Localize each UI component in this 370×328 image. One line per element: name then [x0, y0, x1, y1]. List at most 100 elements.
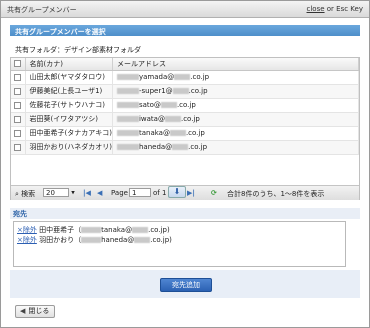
destination-domain: .co.jp): [150, 236, 172, 244]
email-cell: yamada@ .co.jp: [112, 70, 360, 85]
redacted-text: [116, 88, 139, 94]
column-header-email[interactable]: メールアドレス: [112, 58, 360, 71]
prev-page-icon[interactable]: ◀: [97, 189, 102, 197]
member-grid: 名前(カナ) メールアドレス 山田太郎(ヤマダタロウ) yamada@ .co.jp…: [10, 57, 360, 200]
destination-user: tanaka@: [101, 226, 133, 234]
last-page-icon[interactable]: ▶|: [187, 189, 195, 197]
destination-name: 羽田かおり: [39, 236, 75, 244]
redacted-text: [160, 102, 177, 108]
arrow-down-icon: ⬇: [173, 187, 181, 196]
destination-label: 宛先: [10, 208, 360, 219]
email-user: tanaka@: [138, 129, 170, 137]
email-domain: .co.jp: [185, 129, 205, 137]
email-cell: haneda@ .co.jp: [112, 140, 360, 155]
dialog-titlebar: 共有グループメンバー close or Esc Key: [1, 1, 369, 18]
name-cell: 伊藤美紀(上長ユーザ1): [25, 84, 113, 99]
remove-link[interactable]: ×除外: [17, 236, 37, 244]
destination-domain: .co.jp): [148, 226, 170, 234]
redacted-text: [81, 237, 102, 243]
first-page-icon[interactable]: |◀: [83, 189, 91, 197]
name-cell: 田中亜希子(タナカアキコ): [25, 126, 113, 141]
name-cell: 羽田かおり(ハネダカオリ): [25, 140, 113, 155]
row-checkbox-cell: [11, 112, 26, 127]
redacted-text: [169, 130, 186, 136]
search-icon: ⌕: [15, 190, 19, 198]
row-checkbox[interactable]: [14, 115, 21, 123]
refresh-icon[interactable]: ⟳: [211, 189, 217, 197]
select-all-checkbox[interactable]: [14, 60, 21, 68]
page-size-value: 20: [43, 188, 69, 197]
redacted-text: [174, 74, 191, 80]
email-domain: .co.jp: [188, 87, 208, 95]
destination-name: 田中亜希子: [39, 226, 75, 234]
redacted-text: [172, 88, 189, 94]
page-size-select[interactable]: 20 ▾: [43, 188, 75, 197]
close-hint: close or Esc Key: [307, 5, 363, 13]
email-cell: sato@ .co.jp: [112, 98, 360, 113]
row-checkbox-cell: [11, 140, 26, 155]
row-checkbox[interactable]: [14, 129, 21, 137]
select-all-cell: [11, 58, 26, 71]
dialog-content: 共有グループメンバーを選択 共有フォルダ：デザイン部素材フォルダ 名前(カナ) …: [10, 25, 360, 318]
table-row[interactable]: 伊藤美紀(上長ユーザ1) -super1@ .co.jp: [11, 84, 360, 99]
paren-open: （: [74, 236, 82, 244]
redacted-text: [116, 74, 139, 80]
redacted-text: [116, 116, 139, 122]
close-key-hint: or Esc Key: [324, 5, 363, 13]
row-checkbox[interactable]: [14, 73, 21, 81]
email-user: -super1@: [138, 87, 173, 95]
email-user: iwata@: [138, 115, 165, 123]
table-row[interactable]: 山田太郎(ヤマダタロウ) yamada@ .co.jp: [11, 70, 360, 85]
redacted-text: [116, 130, 139, 136]
member-table: 名前(カナ) メールアドレス 山田太郎(ヤマダタロウ) yamada@ .co.jp…: [11, 58, 360, 155]
email-domain: .co.jp: [188, 143, 208, 151]
member-dialog: 共有グループメンバー close or Esc Key 共有グループメンバーを選…: [0, 0, 370, 328]
close-button[interactable]: ◀ 閉じる: [15, 305, 55, 318]
row-checkbox[interactable]: [14, 87, 21, 95]
email-user: haneda@: [138, 143, 173, 151]
email-user: sato@: [138, 101, 161, 109]
add-recipient-button[interactable]: 宛先追加: [160, 278, 212, 292]
name-cell: 佐藤花子(サトウハナコ): [25, 98, 113, 113]
folder-label: 共有フォルダ：デザイン部素材フォルダ: [15, 46, 141, 54]
remove-link[interactable]: ×除外: [17, 226, 37, 234]
pager-summary: 合計8件のうち、1〜8件を表示: [227, 190, 325, 198]
row-checkbox[interactable]: [14, 143, 21, 151]
column-header-name[interactable]: 名前(カナ): [25, 58, 113, 71]
redacted-text: [116, 144, 139, 150]
redacted-text: [134, 237, 151, 243]
page-label: Page: [111, 189, 128, 197]
search-label: 検索: [21, 190, 36, 198]
name-cell: 岩田葵(イワタアツシ): [25, 112, 113, 127]
page-input[interactable]: 1: [129, 188, 151, 197]
redacted-text: [132, 227, 149, 233]
table-row[interactable]: 岩田葵(イワタアツシ) iwata@ .co.jp: [11, 112, 360, 127]
email-cell: -super1@ .co.jp: [112, 84, 360, 99]
move-down-button[interactable]: ⬇: [168, 186, 186, 198]
table-row[interactable]: 佐藤花子(サトウハナコ) sato@ .co.jp: [11, 98, 360, 113]
destination-user: haneda@: [101, 236, 135, 244]
email-domain: .co.jp: [180, 115, 200, 123]
row-checkbox[interactable]: [14, 101, 21, 109]
page-total: of 1: [153, 189, 167, 197]
table-row[interactable]: 羽田かおり(ハネダカオリ) haneda@ .co.jp: [11, 140, 360, 155]
close-link[interactable]: close: [307, 5, 325, 13]
chevron-down-icon: ▾: [71, 188, 75, 197]
table-row[interactable]: 田中亜希子(タナカアキコ) tanaka@ .co.jp: [11, 126, 360, 141]
close-button-label: 閉じる: [28, 307, 50, 315]
paren-open: （: [74, 226, 82, 234]
destination-list: ×除外 田中亜希子（ tanaka@ .co.jp) ×除外 羽田かおり（ haneda…: [13, 221, 346, 267]
section-header: 共有グループメンバーを選択: [10, 25, 360, 36]
row-checkbox-cell: [11, 98, 26, 113]
row-checkbox-cell: [11, 70, 26, 85]
row-checkbox-cell: [11, 126, 26, 141]
destination-item: ×除外 羽田かおり（ haneda@ .co.jp): [17, 235, 342, 245]
redacted-text: [172, 144, 189, 150]
name-cell: 山田太郎(ヤマダタロウ): [25, 70, 113, 85]
email-user: yamada@: [138, 73, 175, 81]
email-domain: .co.jp: [176, 101, 196, 109]
dialog-title: 共有グループメンバー: [7, 6, 77, 14]
search-button[interactable]: ⌕ 検索: [15, 189, 35, 199]
email-cell: tanaka@ .co.jp: [112, 126, 360, 141]
redacted-text: [116, 102, 139, 108]
